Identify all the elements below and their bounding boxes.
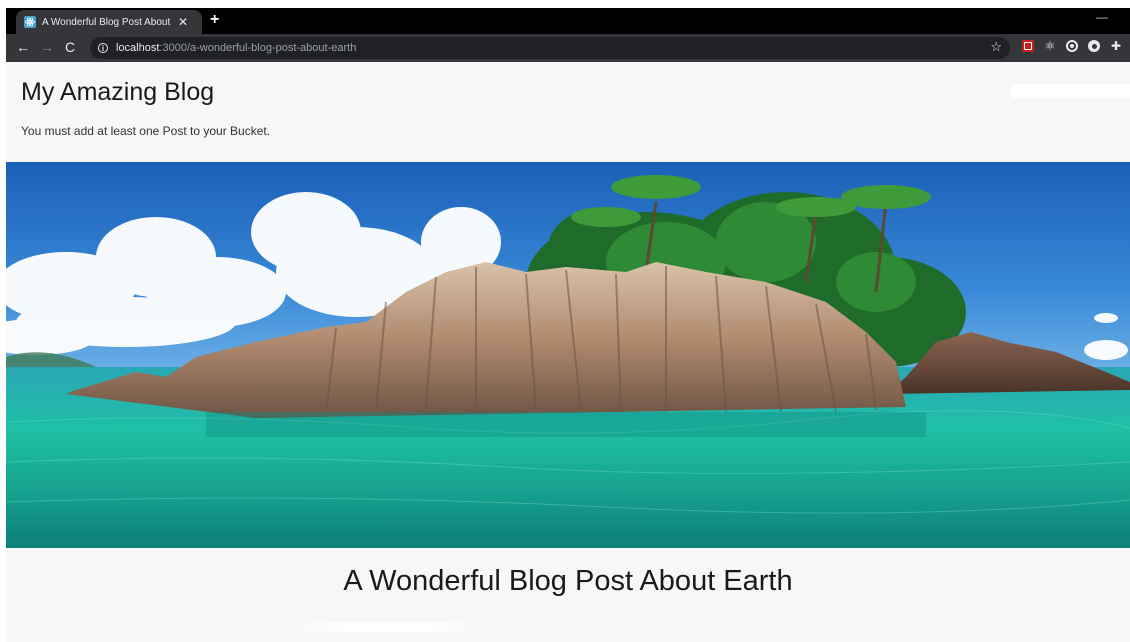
post-title[interactable]: A Wonderful Blog Post About Earth [6, 565, 1130, 598]
hero-image [6, 162, 1130, 548]
pdf-extension-icon[interactable] [1022, 40, 1034, 52]
info-icon[interactable]: i [98, 43, 108, 53]
plus-icon[interactable]: + [210, 11, 219, 29]
star-icon[interactable]: ☆ [990, 39, 1002, 55]
page-content: My Amazing Blog You must add at least on… [6, 62, 1130, 642]
url-host: localhost [116, 42, 160, 54]
extensions: ⚛ ✚ [1022, 39, 1122, 53]
browser-toolbar: ← → C i localhost:3000/a-wonderful-blog-… [6, 34, 1130, 62]
react-favicon-icon [24, 16, 36, 28]
record-extension-icon[interactable] [1088, 40, 1100, 52]
close-icon[interactable]: ✕ [178, 16, 188, 28]
url-text[interactable]: localhost:3000/a-wonderful-blog-post-abo… [116, 42, 356, 54]
address-bar[interactable]: i localhost:3000/a-wonderful-blog-post-a… [90, 37, 1010, 59]
back-arrow-icon[interactable]: ← [16, 39, 30, 55]
target-extension-icon[interactable] [1066, 40, 1078, 52]
faint-element [292, 622, 482, 632]
tab-title: A Wonderful Blog Post About Earth [42, 16, 172, 28]
puzzle-extension-icon[interactable]: ✚ [1110, 39, 1122, 53]
minimize-icon[interactable]: — [1096, 10, 1108, 24]
active-tab[interactable]: A Wonderful Blog Post About Earth ✕ [16, 10, 202, 34]
react-extension-icon[interactable]: ⚛ [1044, 39, 1056, 53]
tab-bar: A Wonderful Blog Post About Earth ✕ + — [6, 8, 1130, 34]
forward-arrow-icon[interactable]: → [40, 39, 54, 55]
reload-icon[interactable]: C [65, 39, 75, 55]
site-title[interactable]: My Amazing Blog [21, 78, 214, 107]
faint-element [1010, 84, 1130, 98]
notice-text: You must add at least one Post to your B… [21, 124, 271, 138]
url-path: :3000/a-wonderful-blog-post-about-earth [159, 42, 357, 54]
